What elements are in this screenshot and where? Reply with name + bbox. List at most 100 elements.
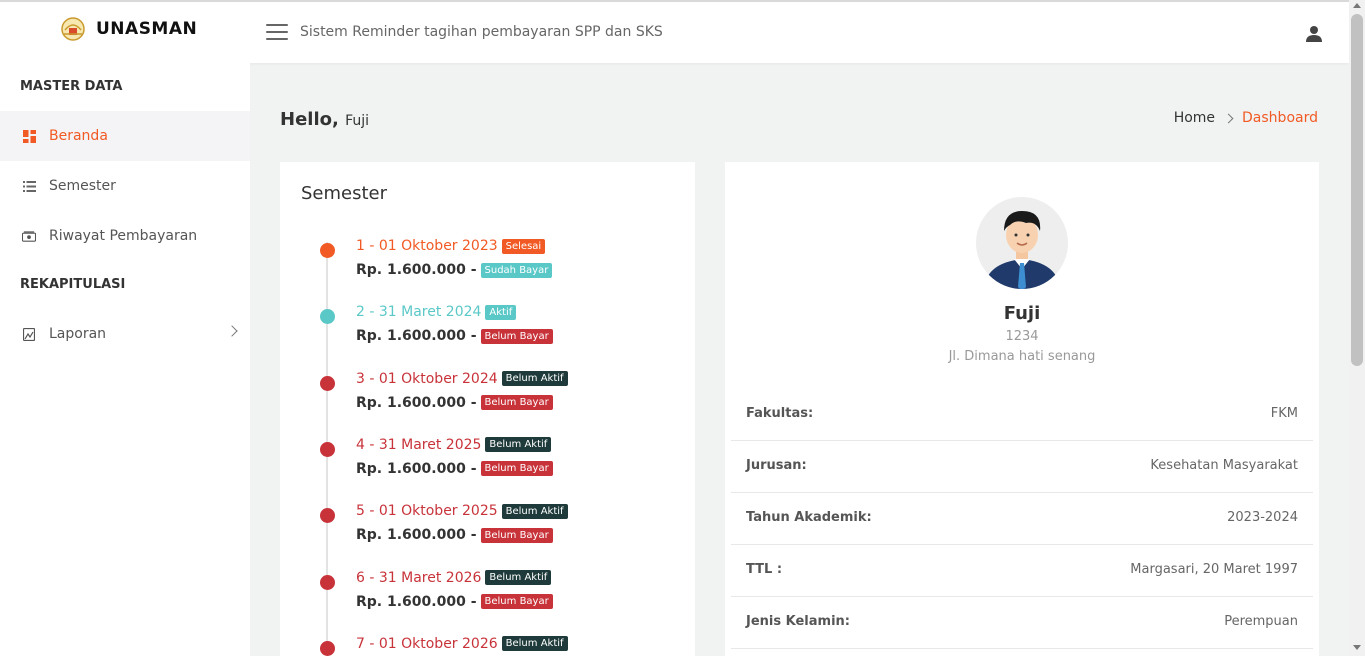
app-title: Sistem Reminder tagihan pembayaran SPP d… <box>300 24 663 40</box>
timeline-dot <box>320 375 335 391</box>
semester-label-row: 1 - 01 Oktober 2023 Selesai <box>356 238 546 254</box>
semester-amount: Rp. 1.600.000 - <box>356 394 477 411</box>
semester-label: 3 - 01 Oktober 2024 <box>356 370 498 387</box>
menu-toggle-icon[interactable] <box>266 24 288 40</box>
breadcrumb-home[interactable]: Home <box>1174 110 1215 126</box>
semester-timeline-item: 6 - 31 Maret 2026 Belum Aktif Rp. 1.600.00… <box>280 568 695 618</box>
semester-label: 1 - 01 Oktober 2023 <box>356 238 498 254</box>
semester-timeline-item: 7 - 01 Oktober 2026 Belum Aktif <box>280 634 695 656</box>
info-label: Tahun Akademik: <box>746 510 872 525</box>
semester-label: 2 - 31 Maret 2024 <box>356 304 482 321</box>
semester-label: 6 - 31 Maret 2026 <box>356 569 482 586</box>
payment-status-badge: Belum Bayar <box>480 328 553 344</box>
semester-status-badge: Belum Aktif <box>501 503 568 519</box>
semester-amount: Rp. 1.600.000 - <box>356 460 477 477</box>
chevron-right-icon <box>226 325 238 337</box>
info-label: TTL : <box>746 562 783 577</box>
payment-status-badge: Sudah Bayar <box>480 262 553 278</box>
semester-amount-row: Rp. 1.600.000 - Belum Bayar <box>356 328 553 344</box>
sidebar-item-label: Riwayat Pembayaran <box>49 228 198 244</box>
report-icon <box>22 327 36 341</box>
info-label: Jurusan: <box>746 458 807 473</box>
payment-status-badge: Belum Bayar <box>480 395 553 411</box>
profile-nim: 1234 <box>1005 329 1039 344</box>
semester-status-badge: Belum Aktif <box>501 636 568 652</box>
timeline-dot <box>320 309 335 325</box>
sidebar-item-label: Laporan <box>49 326 107 342</box>
sidebar-item-label: Semester <box>49 178 116 194</box>
scroll-down-arrow-icon[interactable] <box>1353 645 1361 650</box>
semester-label-row: 7 - 01 Oktober 2026 Belum Aktif <box>356 636 568 652</box>
semester-label-row: 5 - 01 Oktober 2025 Belum Aktif <box>356 503 568 519</box>
sidebar-item-laporan[interactable]: Laporan <box>0 309 250 359</box>
sidebar-item-label: Beranda <box>49 128 108 144</box>
greeting-name: Fuji <box>345 113 370 129</box>
avatar <box>976 197 1068 289</box>
greeting-hello: Hello, <box>280 109 339 130</box>
payment-status-badge: Belum Bayar <box>480 594 553 609</box>
page-scrollbar[interactable] <box>1349 0 1365 656</box>
semester-status-badge: Belum Aktif <box>485 437 552 453</box>
semester-timeline-item: 3 - 01 Oktober 2024 Belum Aktif Rp. 1.600.… <box>280 369 695 419</box>
breadcrumb-current: Dashboard <box>1242 110 1318 126</box>
semester-label: 4 - 31 Maret 2025 <box>356 436 482 453</box>
brand[interactable]: UNASMAN <box>60 16 197 42</box>
info-row-jenis-kelamin: Jenis Kelamin: Perempuan <box>731 597 1313 649</box>
sidebar: MASTER DATA Beranda Semester Riwayat Pem… <box>0 63 250 656</box>
info-row-jurusan: Jurusan: Kesehatan Masyarakat <box>731 441 1313 493</box>
semester-amount: Rp. 1.600.000 - <box>356 262 477 278</box>
semester-amount-row: Rp. 1.600.000 - Belum Bayar <box>356 594 553 610</box>
semester-status-badge: Belum Aktif <box>501 371 568 387</box>
semester-label: 7 - 01 Oktober 2026 <box>356 635 498 652</box>
semester-amount-row: Rp. 1.600.000 - Belum Bayar <box>356 395 553 411</box>
semester-label-row: 3 - 01 Oktober 2024 Belum Aktif <box>356 371 568 387</box>
semester-amount: Rp. 1.600.000 - <box>356 527 477 544</box>
semester-amount-row: Rp. 1.600.000 - Sudah Bayar <box>356 262 553 278</box>
info-value: Kesehatan Masyarakat <box>1150 458 1298 473</box>
semester-timeline-item: 5 - 01 Oktober 2025 Belum Aktif Rp. 1.600.… <box>280 501 695 551</box>
timeline-dot <box>320 508 335 524</box>
timeline-dot <box>320 574 335 590</box>
semester-timeline-item: 2 - 31 Maret 2024 Aktif Rp. 1.600.000 - Bel… <box>280 302 695 352</box>
scroll-up-arrow-icon[interactable] <box>1353 3 1361 8</box>
info-row-ttl: TTL : Margasari, 20 Maret 1997 <box>731 545 1313 597</box>
top-navbar: UNASMAN Sistem Reminder tagihan pembayar… <box>0 0 1349 63</box>
info-value: Margasari, 20 Maret 1997 <box>1130 562 1298 577</box>
sidebar-item-riwayat-pembayaran[interactable]: Riwayat Pembayaran <box>0 211 250 261</box>
payment-status-badge: Belum Bayar <box>480 461 553 477</box>
semester-amount-row: Rp. 1.600.000 - Belum Bayar <box>356 527 553 543</box>
sidebar-heading-rekap: REKAPITULASI <box>20 277 126 292</box>
semester-amount-row: Rp. 1.600.000 - Belum Bayar <box>356 461 553 477</box>
timeline-dot <box>320 441 335 457</box>
money-icon <box>22 229 36 243</box>
timeline-dot <box>320 243 335 258</box>
profile-card: Fuji 1234 Jl. Dimana hati senang Fakulta… <box>725 162 1319 656</box>
semester-amount: Rp. 1.600.000 - <box>356 593 477 610</box>
info-value: Perempuan <box>1224 614 1298 629</box>
info-value: 2023-2024 <box>1227 510 1298 525</box>
sidebar-item-beranda[interactable]: Beranda <box>0 111 250 161</box>
profile-address: Jl. Dimana hati senang <box>948 349 1096 364</box>
semester-amount: Rp. 1.600.000 - <box>356 328 477 345</box>
semester-timeline-item: 1 - 01 Oktober 2023 Selesai Rp. 1.600.000 … <box>280 236 695 286</box>
sidebar-item-semester[interactable]: Semester <box>0 161 250 211</box>
profile-name: Fuji <box>1003 303 1041 324</box>
semester-timeline-item: 4 - 31 Maret 2025 Belum Aktif Rp. 1.600.00… <box>280 435 695 485</box>
university-logo-icon <box>61 17 85 41</box>
sidebar-heading-master: MASTER DATA <box>20 79 123 94</box>
scrollbar-thumb[interactable] <box>1351 14 1363 366</box>
semester-label-row: 6 - 31 Maret 2026 Belum Aktif <box>356 569 552 586</box>
semester-status-badge: Selesai <box>501 238 546 254</box>
breadcrumb: Home Dashboard <box>1174 110 1318 126</box>
dashboard-icon <box>22 129 36 143</box>
user-icon[interactable] <box>1305 25 1323 43</box>
info-row-tahun-akademik: Tahun Akademik: 2023-2024 <box>731 493 1313 545</box>
info-label: Fakultas: <box>746 406 814 421</box>
semester-card-title: Semester <box>301 183 388 204</box>
brand-name: UNASMAN <box>96 19 198 39</box>
semester-label-row: 4 - 31 Maret 2025 Belum Aktif <box>356 436 552 453</box>
semester-label: 5 - 01 Oktober 2025 <box>356 503 498 520</box>
info-label: Jenis Kelamin: <box>746 614 850 629</box>
list-icon <box>22 179 36 193</box>
greeting: Hello, Fuji <box>280 109 369 130</box>
